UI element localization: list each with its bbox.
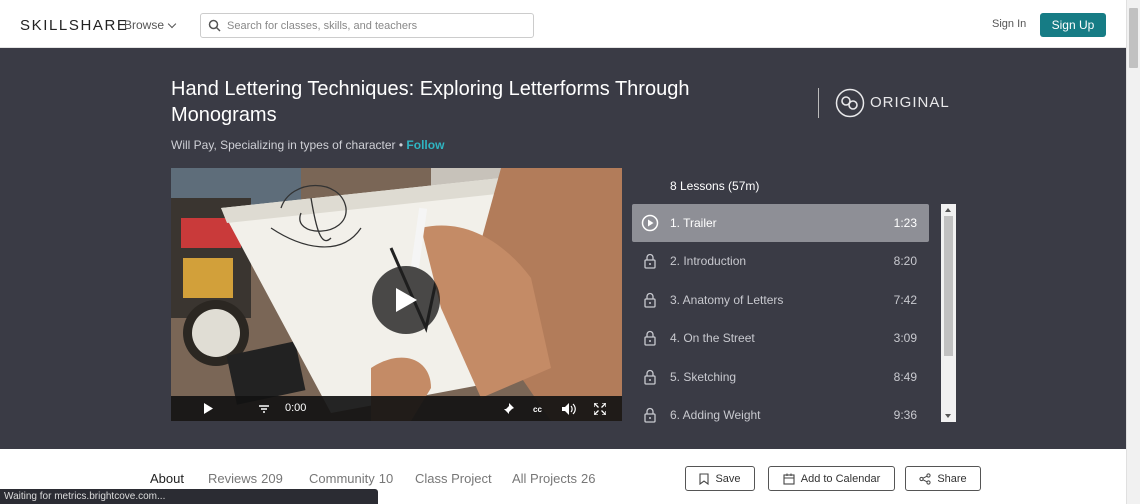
search-icon: [201, 19, 227, 32]
lesson-duration: 8:20: [893, 254, 917, 268]
fullscreen-button[interactable]: [592, 401, 608, 416]
original-label: ORIGINAL: [870, 94, 950, 111]
tab-label: Class Project: [415, 471, 492, 486]
share-label: Share: [937, 472, 967, 485]
add-to-calendar-button[interactable]: Add to Calendar: [768, 466, 895, 491]
pin-icon: [503, 403, 514, 414]
tab-count: 209: [261, 471, 283, 486]
browse-label: Browse: [124, 18, 165, 32]
lesson-duration: 8:49: [893, 370, 917, 384]
skillshare-logo[interactable]: SKILLSHARE: [20, 17, 129, 34]
class-title: Hand Lettering Techniques: Exploring Let…: [171, 78, 690, 126]
sign-in-link[interactable]: Sign In: [992, 18, 1026, 30]
lock-icon: [641, 368, 659, 386]
calendar-label: Add to Calendar: [800, 472, 881, 485]
tab-class-project[interactable]: Class Project: [415, 471, 492, 486]
skillshare-original-icon: [835, 88, 865, 118]
pin-button[interactable]: [501, 401, 515, 416]
tab-label: Reviews: [208, 471, 258, 486]
lesson-title: 4. On the Street: [670, 331, 755, 345]
lesson-item-adding-weight[interactable]: 6. Adding Weight 9:36: [632, 396, 929, 424]
lesson-title: 2. Introduction: [670, 254, 747, 268]
chevron-down-icon: [167, 19, 177, 28]
play-icon: [204, 403, 213, 414]
lesson-list: 1. Trailer 1:23 2. Introduction 8:20 3. …: [632, 204, 930, 424]
teacher-line: Will Pay, Specializing in types of chara…: [171, 138, 444, 152]
closed-captions-icon: cc: [533, 405, 542, 414]
lesson-item-trailer[interactable]: 1. Trailer 1:23: [632, 204, 929, 242]
lesson-title: 1. Trailer: [670, 216, 717, 230]
tab-reviews[interactable]: Reviews 209: [208, 471, 283, 486]
class-hero: Hand Lettering Techniques: Exploring Let…: [0, 48, 1126, 449]
video-player[interactable]: 0:00 cc: [171, 168, 622, 421]
sign-up-button[interactable]: Sign Up: [1040, 13, 1106, 37]
lock-icon: [641, 252, 659, 270]
share-icon: [919, 472, 931, 485]
tab-label: About: [150, 471, 184, 486]
tab-label: All Projects: [512, 471, 578, 486]
tab-about[interactable]: About: [150, 471, 184, 486]
lessons-count: 8 Lessons (57m): [670, 179, 760, 193]
scroll-down-arrow-icon[interactable]: [945, 414, 951, 418]
lesson-duration: 3:09: [893, 331, 917, 345]
play-circle-icon: [641, 214, 659, 232]
tab-count: 26: [581, 471, 596, 486]
lesson-duration: 7:42: [893, 293, 917, 307]
lock-icon: [641, 329, 659, 347]
original-divider: [818, 88, 819, 118]
lesson-title: 5. Sketching: [670, 370, 737, 384]
bookmark-icon: [699, 472, 710, 485]
calendar-icon: [783, 473, 795, 485]
lesson-duration: 1:23: [893, 216, 917, 230]
current-time: 0:00: [285, 402, 307, 414]
lesson-item-introduction[interactable]: 2. Introduction 8:20: [632, 242, 929, 280]
save-label: Save: [715, 472, 741, 485]
lock-icon: [641, 291, 659, 309]
lesson-scrollbar-thumb[interactable]: [944, 216, 953, 356]
page-scrollbar[interactable]: [1126, 0, 1140, 504]
search-input[interactable]: [227, 19, 527, 32]
scroll-up-arrow-icon[interactable]: [945, 208, 951, 212]
play-button[interactable]: [201, 401, 215, 416]
lesson-item-sketching[interactable]: 5. Sketching 8:49: [632, 358, 929, 396]
teacher-name[interactable]: Will Pay, Specializing in types of chara…: [171, 138, 396, 152]
captions-button[interactable]: cc: [532, 401, 548, 416]
tab-count: 10: [378, 471, 394, 486]
follow-link[interactable]: Follow: [406, 138, 444, 152]
lesson-item-anatomy-of-letters[interactable]: 3. Anatomy of Letters 7:42: [632, 281, 929, 319]
playback-rate-button[interactable]: [257, 401, 271, 416]
play-video-button[interactable]: [372, 266, 440, 334]
play-icon: [396, 288, 417, 312]
lesson-title: 3. Anatomy of Letters: [670, 293, 784, 307]
fullscreen-icon: [594, 402, 606, 415]
svg-text:cc: cc: [533, 405, 542, 414]
save-button[interactable]: Save: [685, 466, 755, 491]
tab-community[interactable]: Community 10: [309, 471, 393, 486]
tab-label: Community: [309, 471, 375, 486]
volume-button[interactable]: [561, 401, 577, 416]
volume-icon: [561, 402, 576, 415]
top-navigation: SKILLSHARE Browse Sign In Sign Up: [0, 0, 1126, 48]
lesson-title: 6. Adding Weight: [670, 408, 761, 422]
lesson-item-on-the-street[interactable]: 4. On the Street 3:09: [632, 319, 929, 357]
browse-menu[interactable]: Browse: [124, 18, 177, 32]
lesson-scrollbar[interactable]: [941, 204, 956, 422]
lesson-duration: 9:36: [893, 408, 917, 422]
page-scrollbar-thumb[interactable]: [1129, 8, 1138, 68]
browser-status-bar: Waiting for metrics.brightcove.com...: [0, 489, 378, 504]
teacher-bullet: •: [395, 138, 407, 152]
player-controls: 0:00 cc: [171, 396, 622, 421]
tab-all-projects[interactable]: All Projects 26: [512, 471, 596, 486]
speed-icon: [259, 405, 269, 413]
share-button[interactable]: Share: [905, 466, 981, 491]
search-box[interactable]: [200, 13, 534, 38]
lock-icon: [641, 406, 659, 424]
